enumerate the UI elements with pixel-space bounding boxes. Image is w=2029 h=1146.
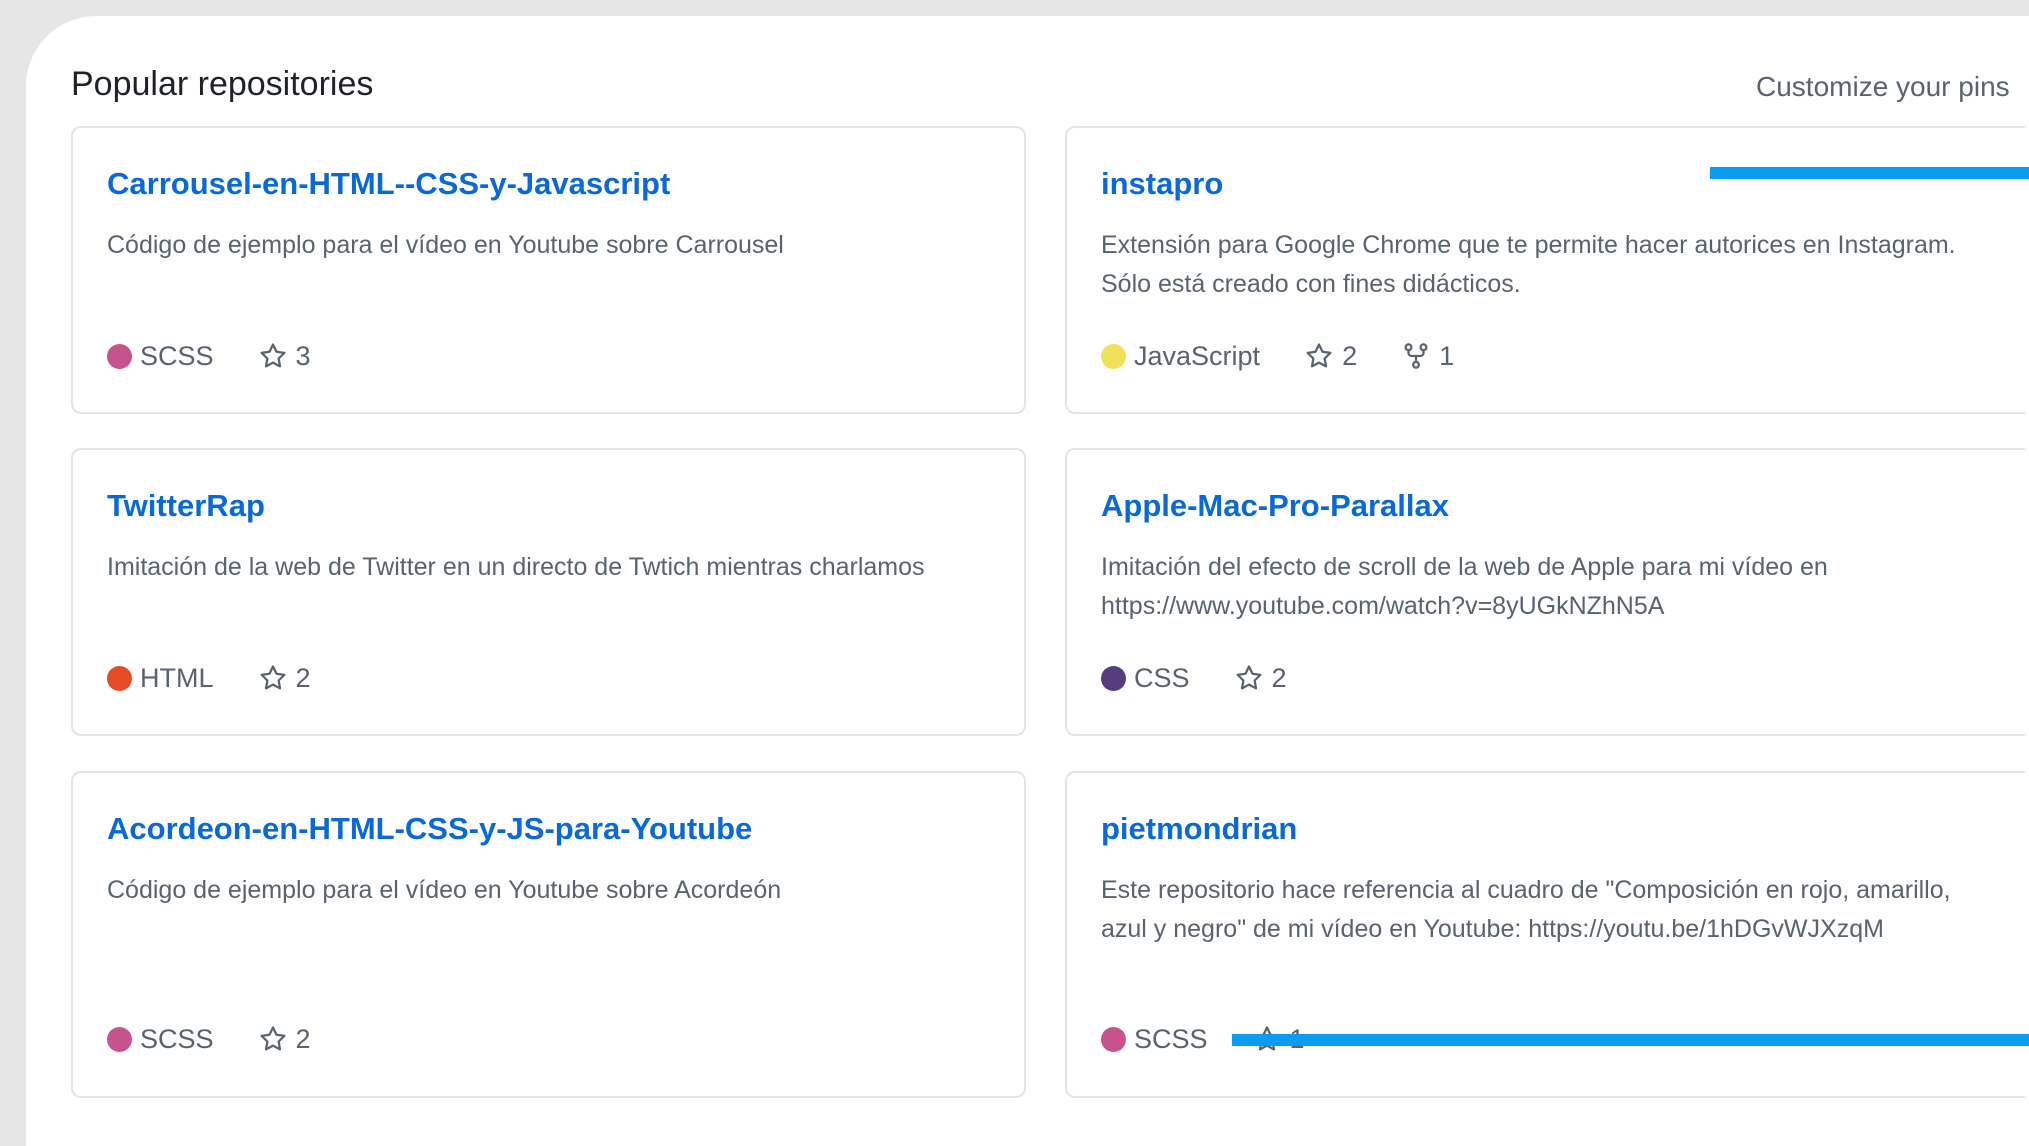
repo-name-link[interactable]: pietmondrian (1101, 809, 1297, 849)
repo-card: TwitterRap Imitación de la web de Twitte… (71, 448, 1026, 736)
language-name: HTML (140, 662, 214, 693)
stars-count[interactable]: 2 (1234, 663, 1287, 694)
forks-count-label: 1 (1439, 340, 1455, 371)
stars-count-label: 3 (295, 340, 311, 371)
star-icon (260, 343, 286, 368)
repo-meta: SCSS 3 (107, 336, 355, 376)
repo-meta: HTML 2 (107, 658, 355, 698)
repo-card: pietmondrian Este repositorio hace refer… (1065, 771, 2025, 1098)
star-icon (1306, 343, 1332, 368)
repo-meta: CSS 2 (1101, 658, 1331, 698)
section-title: Popular repositories (71, 65, 374, 103)
star-icon (260, 665, 285, 690)
language-color-dot (107, 343, 132, 369)
repo-description: Código de ejemplo para el vídeo en Youtu… (107, 876, 782, 904)
language-color-dot (1101, 665, 1126, 691)
annotation-line-top (1710, 167, 2029, 179)
stars-count-label: 2 (295, 1023, 311, 1054)
repo-name-link[interactable]: TwitterRap (107, 486, 265, 526)
stars-count[interactable]: 2 (258, 663, 311, 694)
stars-count[interactable]: 2 (1304, 341, 1357, 372)
star-icon (260, 1026, 286, 1051)
stars-count-label: 2 (1271, 662, 1287, 693)
repo-forked-icon (1404, 343, 1428, 369)
repo-card: Carrousel-en-HTML--CSS-y-Javascript Códi… (71, 126, 1026, 414)
repo-card: Acordeon-en-HTML-CSS-y-JS-para-Youtube C… (71, 771, 1026, 1098)
repo-meta: JavaScript 2 1 (1101, 336, 1498, 376)
stars-count-label: 2 (1342, 340, 1358, 371)
repo-description: Imitación del efecto de scroll de la web… (1101, 553, 1828, 620)
language-color-dot (1101, 343, 1126, 369)
repo-description: Extensión para Google Chrome que te perm… (1101, 231, 1956, 298)
language-name: SCSS (140, 340, 214, 371)
annotation-line-bottom (1232, 1034, 2029, 1046)
star-icon (1236, 665, 1262, 690)
stars-count[interactable]: 3 (258, 341, 311, 372)
repo-description: Este repositorio hace referencia al cuad… (1101, 876, 1951, 943)
language-color-dot (107, 1026, 132, 1052)
language-name: SCSS (1134, 1023, 1208, 1054)
language-name: SCSS (140, 1023, 214, 1054)
language-color-dot (1101, 1026, 1126, 1052)
language-name: CSS (1134, 662, 1190, 693)
forks-count[interactable]: 1 (1401, 341, 1454, 372)
language-color-dot (107, 665, 132, 691)
repo-description: Código de ejemplo para el vídeo en Youtu… (107, 231, 784, 259)
language-name: JavaScript (1134, 340, 1261, 371)
repo-name-link[interactable]: Apple-Mac-Pro-Parallax (1101, 486, 1449, 526)
stars-count[interactable]: 2 (258, 1024, 311, 1055)
repo-name-link[interactable]: Carrousel-en-HTML--CSS-y-Javascript (107, 164, 670, 204)
repo-description: Imitación de la web de Twitter en un dir… (107, 553, 925, 581)
customize-pins-link[interactable]: Customize your pins (1756, 68, 2010, 106)
repo-meta: SCSS 2 (107, 1019, 355, 1059)
repo-name-link[interactable]: Acordeon-en-HTML-CSS-y-JS-para-Youtube (107, 809, 752, 849)
repo-card: Apple-Mac-Pro-Parallax Imitación del efe… (1065, 448, 2025, 736)
stars-count-label: 2 (295, 662, 311, 693)
repo-name-link[interactable]: instapro (1101, 164, 1223, 204)
